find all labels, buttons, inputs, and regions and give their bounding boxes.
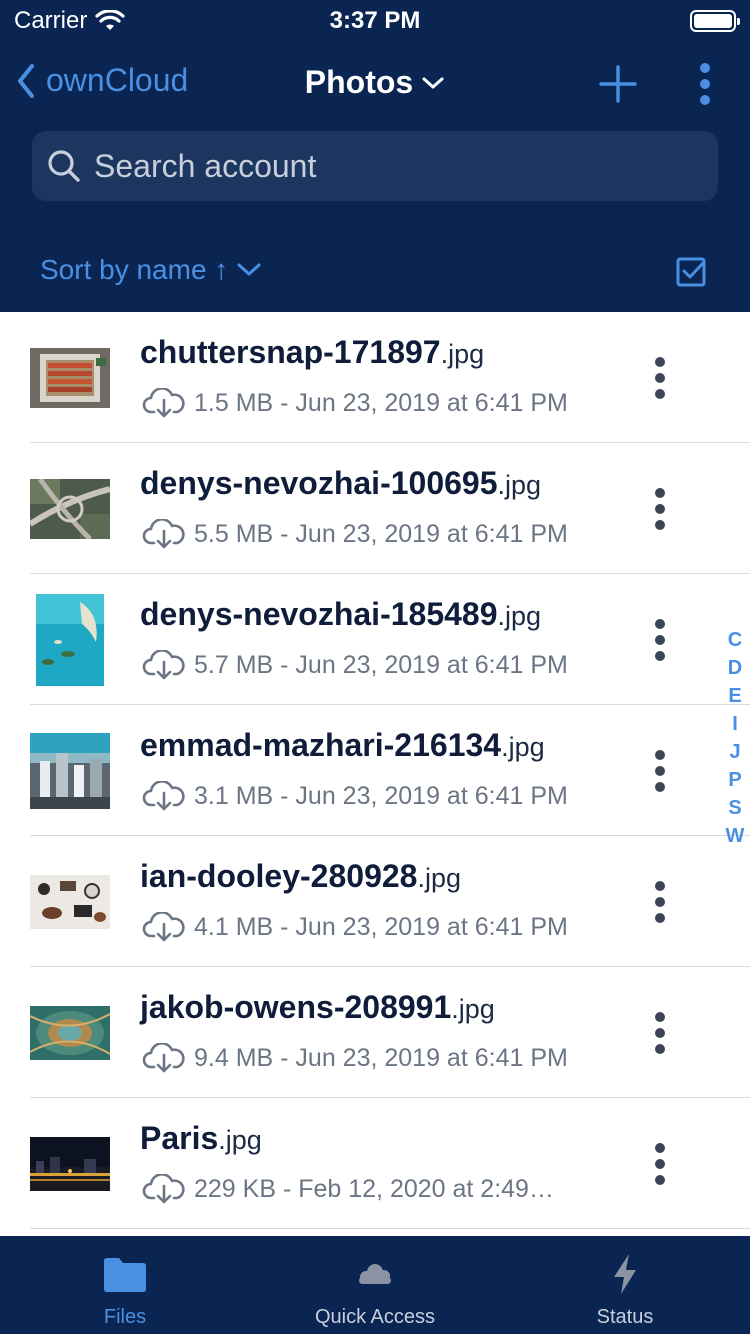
cloud-download-icon	[142, 519, 185, 549]
add-button[interactable]	[598, 64, 638, 104]
list-item[interactable]: jakob-owens-208991.jpg 9.4 MB - Jun 23, …	[0, 967, 750, 1098]
file-extension: .jpg	[440, 339, 485, 369]
page-title: Photos	[304, 64, 414, 100]
file-meta: 4.1 MB - Jun 23, 2019 at 6:41 PM	[194, 912, 568, 941]
list-item[interactable]: denys-nevozhai-185489.jpg 5.7 MB - Jun 2…	[0, 574, 750, 705]
tab-label: Quick Access	[314, 1306, 436, 1328]
list-item[interactable]: emmad-mazhari-216134.jpg 3.1 MB - Jun 23…	[0, 705, 750, 836]
header: Carrier 3:37 PM ownCloud Photos Search a…	[0, 0, 750, 312]
index-letter[interactable]: I	[732, 710, 738, 738]
file-extension: .jpg	[497, 601, 542, 631]
list-item[interactable]: ian-dooley-280928.jpg 4.1 MB - Jun 23, 2…	[0, 836, 750, 967]
file-thumbnail	[30, 478, 110, 539]
more-options-icon[interactable]	[645, 1142, 675, 1186]
file-list: chuttersnap-171897.jpg 1.5 MB - Jun 23, …	[0, 312, 750, 1229]
list-item[interactable]: denys-nevozhai-100695.jpg 5.5 MB - Jun 2…	[0, 443, 750, 574]
file-extension: .jpg	[501, 732, 545, 762]
more-options-icon[interactable]	[645, 749, 675, 793]
more-options-icon[interactable]	[690, 62, 720, 106]
chevron-down-icon	[237, 263, 261, 276]
list-item[interactable]: Paris.jpg 229 KB - Feb 12, 2020 at 2:49…	[0, 1098, 750, 1229]
file-name: chuttersnap-171897	[140, 334, 441, 370]
file-name: ian-dooley-280928	[140, 858, 418, 894]
cloud-download-icon	[142, 781, 185, 811]
more-options-icon[interactable]	[645, 487, 675, 531]
tab-files[interactable]: Files	[0, 1236, 250, 1334]
file-name: jakob-owens-208991	[140, 989, 452, 1025]
file-meta: 9.4 MB - Jun 23, 2019 at 6:41 PM	[194, 1043, 568, 1072]
title-dropdown[interactable]: Photos	[305, 64, 445, 101]
battery-icon	[690, 10, 740, 32]
search-input[interactable]: Search account	[32, 131, 718, 201]
index-letter[interactable]: J	[729, 738, 740, 766]
list-item[interactable]: chuttersnap-171897.jpg 1.5 MB - Jun 23, …	[0, 312, 750, 443]
file-meta: 5.5 MB - Jun 23, 2019 at 6:41 PM	[194, 519, 568, 548]
status-time: 3:37 PM	[329, 7, 421, 34]
search-icon	[48, 150, 80, 182]
file-thumbnail	[30, 874, 110, 929]
tab-label: Files	[103, 1306, 147, 1328]
more-options-icon[interactable]	[645, 618, 675, 662]
cloud-download-icon	[142, 912, 185, 942]
index-letter[interactable]: E	[728, 682, 741, 710]
file-meta: 5.7 MB - Jun 23, 2019 at 6:41 PM	[194, 650, 568, 679]
file-thumbnail	[36, 593, 104, 686]
more-options-icon[interactable]	[645, 880, 675, 924]
cloud-download-icon	[142, 388, 185, 418]
nav-bar: ownCloud Photos	[0, 50, 750, 120]
file-name: denys-nevozhai-100695	[140, 465, 498, 501]
file-meta: 229 KB - Feb 12, 2020 at 2:49…	[194, 1174, 554, 1203]
file-meta: 1.5 MB - Jun 23, 2019 at 6:41 PM	[194, 388, 568, 417]
more-options-icon[interactable]	[645, 356, 675, 400]
file-name: denys-nevozhai-185489	[140, 596, 498, 632]
cloud-icon	[359, 1264, 391, 1284]
folder-icon	[104, 1258, 146, 1292]
tab-bar: Files Quick Access Status	[0, 1236, 750, 1334]
file-name: emmad-mazhari-216134	[140, 727, 502, 763]
cloud-download-icon	[142, 1174, 185, 1204]
index-letter[interactable]: S	[728, 794, 741, 822]
file-thumbnail	[30, 347, 110, 408]
section-index[interactable]: C D E I J P S W	[722, 626, 748, 850]
divider	[30, 1228, 750, 1229]
more-options-icon[interactable]	[645, 1011, 675, 1055]
file-thumbnail	[30, 732, 110, 809]
tab-quick-access[interactable]: Quick Access	[250, 1236, 500, 1334]
index-letter[interactable]: P	[728, 766, 741, 794]
file-extension: .jpg	[417, 863, 461, 893]
sort-label: Sort by name ↑	[40, 254, 229, 285]
tab-status[interactable]: Status	[500, 1236, 750, 1334]
index-letter[interactable]: C	[728, 626, 742, 654]
lightning-icon	[614, 1254, 636, 1294]
search-placeholder: Search account	[94, 147, 317, 184]
select-checkbox-icon[interactable]	[676, 256, 708, 288]
file-thumbnail	[30, 1136, 110, 1191]
cloud-download-icon	[142, 1043, 185, 1073]
index-letter[interactable]: W	[726, 822, 745, 850]
file-name: Paris	[140, 1120, 219, 1156]
file-thumbnail	[30, 1005, 110, 1060]
sort-button[interactable]: Sort by name ↑	[40, 254, 262, 286]
file-extension: .jpg	[218, 1125, 262, 1155]
status-bar: Carrier 3:37 PM	[0, 0, 750, 40]
cloud-download-icon	[142, 650, 185, 680]
file-extension: .jpg	[497, 470, 542, 500]
chevron-down-icon	[422, 77, 444, 88]
index-letter[interactable]: D	[728, 654, 742, 682]
tab-label: Status	[596, 1306, 654, 1328]
file-meta: 3.1 MB - Jun 23, 2019 at 6:41 PM	[194, 781, 568, 810]
file-extension: .jpg	[451, 994, 495, 1024]
